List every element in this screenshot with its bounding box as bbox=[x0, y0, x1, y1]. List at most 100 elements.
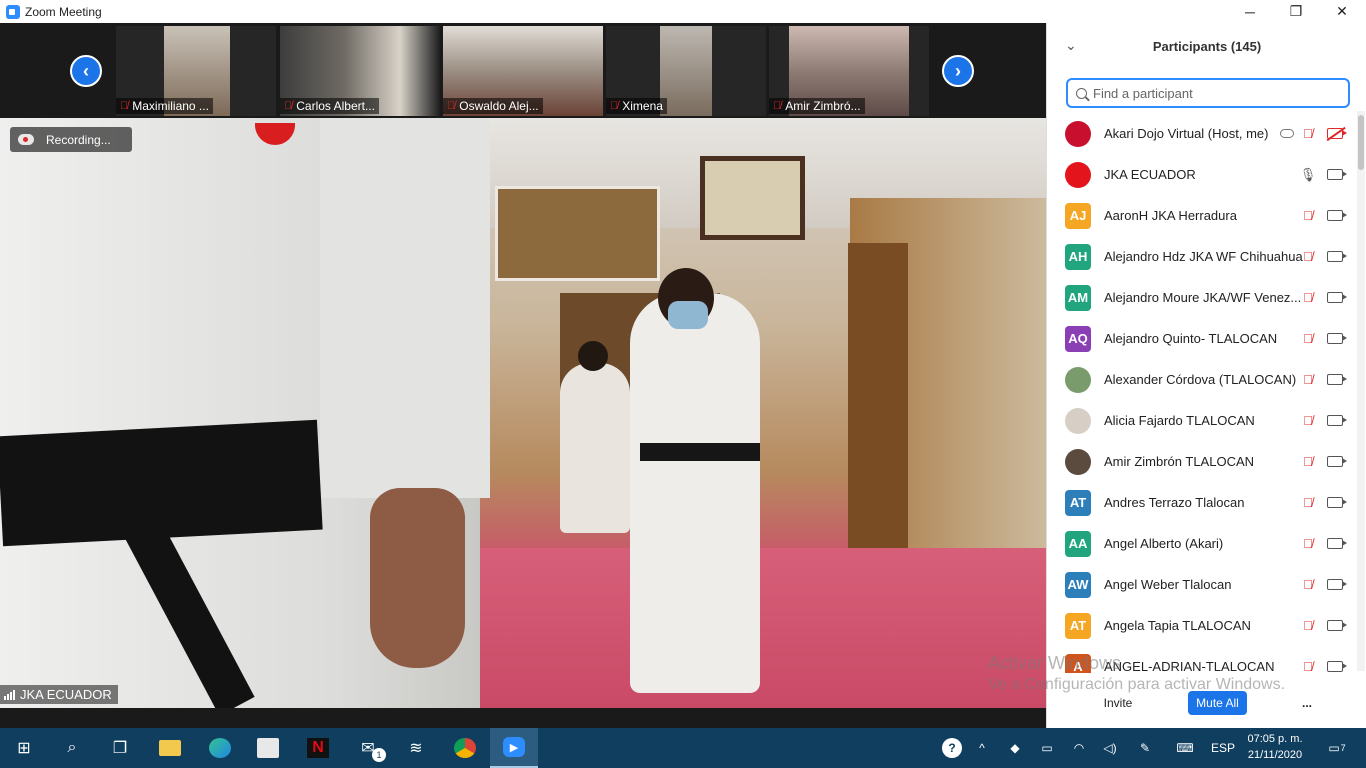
chevron-down-icon[interactable]: ⌄ bbox=[1065, 37, 1077, 54]
video-off-icon[interactable] bbox=[1327, 128, 1347, 139]
speaker-name-tag: JKA ECUADOR bbox=[0, 685, 118, 704]
chrome-button[interactable] bbox=[441, 728, 489, 768]
active-speaker-video[interactable]: Recording... JKA ECUADOR bbox=[0, 118, 1046, 708]
wall-frame bbox=[700, 156, 805, 240]
pen-icon[interactable]: ✎ bbox=[1134, 728, 1156, 768]
wifi-icon[interactable]: ◠ bbox=[1068, 728, 1090, 768]
speaker-name: JKA ECUADOR bbox=[20, 687, 112, 702]
video-camera-icon[interactable] bbox=[1327, 210, 1347, 221]
mic-icon[interactable]: 🎙 bbox=[1300, 167, 1317, 183]
language-indicator[interactable]: ESP bbox=[1206, 728, 1240, 768]
participant-name: Alejandro Hdz JKA WF Chihuahua bbox=[1104, 249, 1303, 264]
participant-name: JKA ECUADOR bbox=[1104, 167, 1196, 182]
muted-mic-icon[interactable]: 🎙̸ bbox=[1301, 208, 1315, 224]
zoom-taskbar-button[interactable]: ▶ bbox=[490, 728, 538, 768]
participant-search[interactable] bbox=[1066, 78, 1350, 108]
next-page-button[interactable]: › bbox=[942, 55, 974, 87]
video-camera-icon[interactable] bbox=[1327, 456, 1347, 467]
edge-button[interactable] bbox=[196, 728, 244, 768]
participant-list-scrollbar[interactable] bbox=[1357, 111, 1365, 671]
muted-mic-icon[interactable]: 🎙̸ bbox=[1301, 413, 1315, 429]
muted-mic-icon[interactable]: 🎙̸ bbox=[1301, 495, 1315, 511]
mute-all-button[interactable]: Mute All bbox=[1188, 691, 1247, 715]
search-button[interactable]: ⌕ bbox=[48, 728, 96, 768]
video-camera-icon[interactable] bbox=[1327, 169, 1347, 180]
invite-button[interactable]: Invite bbox=[1093, 691, 1143, 715]
restore-button[interactable]: ❐ bbox=[1273, 0, 1319, 23]
battery-icon[interactable]: ▭ bbox=[1036, 728, 1058, 768]
video-camera-icon[interactable] bbox=[1327, 579, 1347, 590]
participant-row[interactable]: AW Angel Weber Tlalocan 🎙̸ bbox=[1047, 564, 1357, 605]
participant-row[interactable]: AT Andres Terrazo Tlalocan 🎙̸ bbox=[1047, 482, 1357, 523]
recording-indicator[interactable]: Recording... bbox=[10, 127, 132, 152]
muted-mic-icon[interactable]: 🎙̸ bbox=[1301, 290, 1315, 306]
video-thumbnail[interactable]: 🎙̸ Amir Zimbró... bbox=[769, 26, 929, 116]
windows-taskbar: ⊞ ⌕ ❐ N ✉ 1 ≋ ▶ ? ^ ◆ ▭ ◠ ◁) ✎ ⌨ ESP 07:… bbox=[0, 728, 1366, 768]
muted-mic-icon[interactable]: 🎙̸ bbox=[1301, 331, 1315, 347]
participants-panel: ⌄ Participants (145) Akari Dojo Virtual … bbox=[1046, 23, 1366, 728]
muted-mic-icon[interactable]: 🎙̸ bbox=[1301, 618, 1315, 634]
video-thumbnail[interactable]: 🎙̸ Oswaldo Alej... bbox=[443, 26, 603, 116]
dropbox-icon[interactable]: ◆ bbox=[1004, 728, 1026, 768]
participant-row[interactable]: AJ AaronH JKA Herradura 🎙̸ bbox=[1047, 195, 1357, 236]
participant-row[interactable]: Amir Zimbrón TLALOCAN 🎙̸ bbox=[1047, 441, 1357, 482]
file-explorer-button[interactable] bbox=[146, 728, 194, 768]
help-icon[interactable]: ? bbox=[938, 728, 966, 768]
video-camera-icon[interactable] bbox=[1327, 538, 1347, 549]
muted-mic-icon[interactable]: 🎙̸ bbox=[1301, 536, 1315, 552]
video-camera-icon[interactable] bbox=[1327, 415, 1347, 426]
video-camera-icon[interactable] bbox=[1327, 497, 1347, 508]
muted-mic-icon[interactable]: 🎙̸ bbox=[1301, 659, 1315, 673]
search-input[interactable] bbox=[1093, 85, 1333, 101]
participant-row[interactable]: Akari Dojo Virtual (Host, me) 🎙̸ bbox=[1047, 113, 1357, 154]
minimize-button[interactable]: ─ bbox=[1227, 0, 1273, 23]
video-camera-icon[interactable] bbox=[1327, 661, 1347, 672]
participant-row[interactable]: AA Angel Alberto (Akari) 🎙̸ bbox=[1047, 523, 1357, 564]
close-button[interactable]: ✕ bbox=[1319, 0, 1365, 23]
netflix-button[interactable]: N bbox=[294, 728, 342, 768]
muted-mic-icon: 🎙̸ bbox=[120, 100, 129, 112]
app-button[interactable]: ≋ bbox=[392, 728, 440, 768]
store-button[interactable] bbox=[244, 728, 292, 768]
participant-row[interactable]: JKA ECUADOR 🎙 bbox=[1047, 154, 1357, 195]
system-clock[interactable]: 07:05 p. m. 21/11/2020 bbox=[1243, 731, 1307, 763]
start-button[interactable]: ⊞ bbox=[0, 728, 48, 768]
participant-row[interactable]: Alicia Fajardo TLALOCAN 🎙̸ bbox=[1047, 400, 1357, 441]
muted-mic-icon[interactable]: 🎙̸ bbox=[1301, 372, 1315, 388]
video-camera-icon[interactable] bbox=[1327, 620, 1347, 631]
video-camera-icon[interactable] bbox=[1327, 333, 1347, 344]
scrollbar-thumb[interactable] bbox=[1358, 115, 1364, 170]
previous-page-button[interactable]: ‹ bbox=[70, 55, 102, 87]
wall-board bbox=[495, 186, 660, 281]
video-camera-icon[interactable] bbox=[1327, 251, 1347, 262]
volume-icon[interactable]: ◁) bbox=[1099, 728, 1121, 768]
notification-center[interactable]: ▭ 7 bbox=[1320, 728, 1354, 768]
participant-avatar: AA bbox=[1065, 530, 1091, 557]
muted-mic-icon[interactable]: 🎙̸ bbox=[1301, 249, 1315, 265]
video-camera-icon[interactable] bbox=[1327, 292, 1347, 303]
video-thumbnail[interactable]: 🎙̸ Maximiliano ... bbox=[116, 26, 276, 116]
task-view-button[interactable]: ❐ bbox=[96, 728, 144, 768]
participant-row[interactable]: AH Alejandro Hdz JKA WF Chihuahua 🎙̸ bbox=[1047, 236, 1357, 277]
muted-mic-icon[interactable]: 🎙̸ bbox=[1301, 577, 1315, 593]
search-icon: ⌕ bbox=[67, 739, 77, 756]
panel-footer: Invite Mute All ... bbox=[1047, 688, 1366, 718]
video-thumbnail[interactable]: 🎙̸ Carlos Albert... bbox=[280, 26, 440, 116]
participant-row[interactable]: Alexander Córdova (TLALOCAN) 🎙̸ bbox=[1047, 359, 1357, 400]
participant-row[interactable]: AQ Alejandro Quinto- TLALOCAN 🎙̸ bbox=[1047, 318, 1357, 359]
participant-row[interactable]: AM Alejandro Moure JKA/WF Venez... 🎙̸ bbox=[1047, 277, 1357, 318]
participant-row[interactable]: A ANGEL-ADRIAN-TLALOCAN 🎙̸ bbox=[1047, 646, 1357, 673]
muted-mic-icon[interactable]: 🎙̸ bbox=[1301, 126, 1315, 142]
cloud-recording-icon bbox=[1280, 129, 1294, 138]
mail-button[interactable]: ✉ 1 bbox=[344, 728, 392, 768]
search-icon bbox=[1076, 87, 1087, 99]
keyboard-icon[interactable]: ⌨ bbox=[1170, 728, 1200, 768]
more-options-button[interactable]: ... bbox=[1295, 691, 1319, 715]
muted-mic-icon[interactable]: 🎙̸ bbox=[1301, 454, 1315, 470]
video-thumbnail[interactable]: 🎙̸ Ximena bbox=[606, 26, 766, 116]
zoom-app-icon bbox=[6, 4, 20, 19]
video-camera-icon[interactable] bbox=[1327, 374, 1347, 385]
chevron-up-icon[interactable]: ^ bbox=[972, 728, 992, 768]
video-bottom-bar bbox=[0, 708, 1046, 728]
participant-row[interactable]: AT Angela Tapia TLALOCAN 🎙̸ bbox=[1047, 605, 1357, 646]
